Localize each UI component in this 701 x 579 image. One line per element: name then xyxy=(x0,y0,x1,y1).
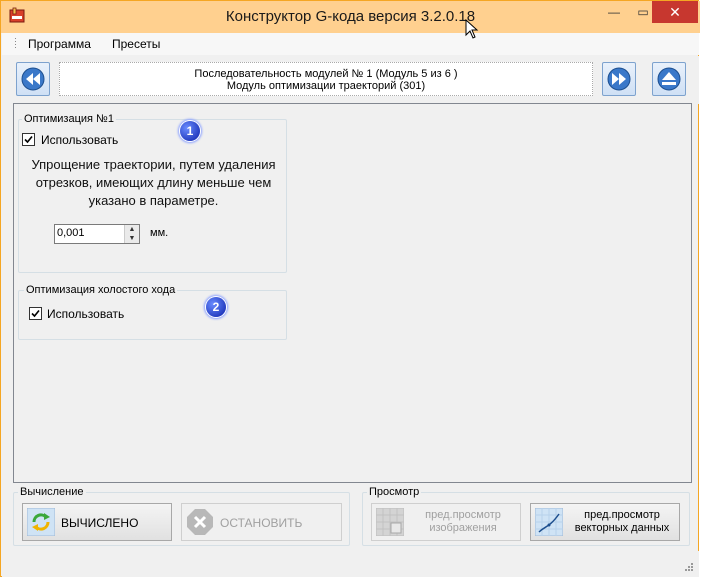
eject-button[interactable] xyxy=(652,62,686,96)
preview-title: Просмотр xyxy=(367,486,422,498)
app-window: Конструктор G-кода версия 3.2.0.18 — ▭ ✕… xyxy=(0,0,700,577)
module-name: Модуль оптимизации траекторий (301) xyxy=(226,80,426,92)
module-sequence-display: Последовательность модулей № 1 (Модуль 5… xyxy=(59,62,593,96)
preview-vector-label-1: пред.просмотр xyxy=(584,509,660,521)
image-preview-icon xyxy=(376,508,404,536)
optimization-1-checkbox-label[interactable]: Использовать xyxy=(41,133,118,147)
menu-item-program[interactable]: Программа xyxy=(28,37,91,51)
optimization-1-checkbox[interactable] xyxy=(22,133,35,146)
vector-preview-icon xyxy=(535,508,563,536)
preview-image-button[interactable]: пред.просмотр изображения xyxy=(371,503,521,541)
preview-image-label-2: изображения xyxy=(429,522,497,534)
menu-grip-icon xyxy=(15,38,16,48)
previous-module-button[interactable] xyxy=(16,62,50,96)
status-bar xyxy=(2,551,699,577)
min-length-spinbox[interactable]: 0,001 ▲ ▼ xyxy=(54,224,140,244)
title-bar[interactable]: Конструктор G-кода версия 3.2.0.18 — ▭ ✕ xyxy=(1,1,700,33)
optimization-2-checkbox-label[interactable]: Использовать xyxy=(47,307,124,321)
unit-label: мм. xyxy=(150,227,169,239)
preview-image-label-1: пред.просмотр xyxy=(425,509,501,521)
menu-item-presets[interactable]: Пресеты xyxy=(112,37,160,51)
checkmark-icon xyxy=(24,135,33,144)
fast-forward-icon xyxy=(607,67,631,91)
optimization-2-title: Оптимизация холостого хода xyxy=(24,284,178,296)
spin-down-button[interactable]: ▼ xyxy=(125,234,139,243)
mouse-cursor-icon xyxy=(465,19,479,39)
checkmark-icon xyxy=(31,309,40,318)
optimization-1-description: Упрощение траектории, путем удаления отр… xyxy=(31,157,276,208)
min-length-value[interactable]: 0,001 xyxy=(57,227,85,239)
calculate-button-label: ВЫЧИСЛЕНО xyxy=(61,516,139,530)
resize-grip-icon[interactable] xyxy=(683,561,693,571)
stop-button-label: ОСТАНОВИТЬ xyxy=(220,516,303,530)
minimize-button[interactable]: — xyxy=(599,1,629,23)
close-button[interactable]: ✕ xyxy=(652,1,698,23)
stop-icon xyxy=(187,509,213,535)
calculation-title: Вычисление xyxy=(18,486,86,498)
refresh-icon xyxy=(27,508,55,536)
preview-vector-label-2: векторных данных xyxy=(574,522,670,534)
preview-vector-button[interactable]: пред.просмотр векторных данных xyxy=(530,503,680,541)
sequence-title: Последовательность модулей № 1 (Модуль 5… xyxy=(194,68,458,80)
stop-button[interactable]: ОСТАНОВИТЬ xyxy=(181,503,342,541)
step-2-badge: 2 xyxy=(206,297,226,317)
calculate-button[interactable]: ВЫЧИСЛЕНО xyxy=(22,503,172,541)
window-title: Конструктор G-кода версия 3.2.0.18 xyxy=(225,8,476,25)
rewind-icon xyxy=(21,67,45,91)
spin-buttons: ▲ ▼ xyxy=(124,225,139,243)
menu-bar xyxy=(2,33,699,55)
optimization-1-title: Оптимизация №1 xyxy=(22,113,116,125)
next-module-button[interactable] xyxy=(602,62,636,96)
eject-icon xyxy=(657,67,681,91)
step-1-badge: 1 xyxy=(180,121,200,141)
optimization-2-checkbox[interactable] xyxy=(29,307,42,320)
